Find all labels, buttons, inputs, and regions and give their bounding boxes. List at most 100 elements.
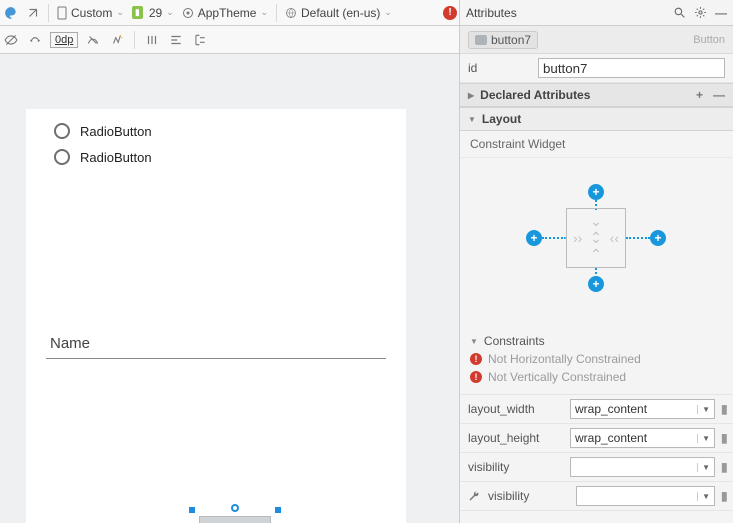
device-label: Custom — [71, 6, 112, 20]
radio-icon — [54, 149, 70, 165]
constraint-widget-label: Constraint Widget — [460, 131, 733, 158]
component-name: button7 — [491, 33, 531, 47]
clear-constraints-icon[interactable] — [84, 31, 102, 49]
selected-component[interactable]: BUTTON — [192, 510, 278, 523]
resource-picker-icon[interactable]: ▮ — [721, 401, 725, 417]
design-canvas[interactable]: RadioButton RadioButton Name — [0, 54, 459, 523]
chevron-down-icon: ▼ — [697, 463, 710, 472]
chevron-down-icon: ▼ — [697, 492, 710, 501]
radio-button-2[interactable]: RadioButton — [54, 149, 406, 165]
chevron-down-icon: ▼ — [697, 434, 710, 443]
section-label: Declared Attributes — [480, 88, 590, 102]
separator — [48, 4, 49, 22]
layout-height-row: layout_height wrap_content ▼ ▮ — [460, 424, 733, 453]
error-icon: ! — [470, 353, 482, 365]
align-icon[interactable] — [167, 31, 185, 49]
chevron-down-icon: ⌄ — [116, 7, 124, 18]
chevron-right-icon: ▶ — [468, 91, 474, 100]
gear-icon[interactable] — [694, 6, 707, 20]
add-attribute-icon[interactable]: + — [696, 88, 703, 102]
combo-value: wrap_content — [575, 402, 647, 416]
locale-label: Default (en-us) — [301, 6, 380, 20]
chevron-down-icon: ⌄ — [260, 7, 268, 18]
radio-button-1[interactable]: RadioButton — [54, 123, 406, 139]
tools-visibility-combo[interactable]: ▼ — [576, 486, 715, 506]
pack-icon[interactable] — [143, 31, 161, 49]
attr-label: layout_height — [468, 431, 564, 445]
declared-attributes-section[interactable]: ▶ Declared Attributes + — — [460, 83, 733, 107]
button-component[interactable]: BUTTON — [199, 516, 271, 523]
add-constraint-top-icon[interactable]: + — [588, 184, 604, 200]
radio-label: RadioButton — [80, 150, 152, 165]
chevron-down-icon: ⌄ — [166, 7, 174, 18]
default-margin-value: 0dp — [55, 34, 73, 46]
layout-height-combo[interactable]: wrap_content ▼ — [570, 428, 715, 448]
attr-label: visibility — [488, 489, 570, 503]
constraint-handle-top[interactable] — [231, 504, 239, 512]
infer-constraints-icon[interactable] — [108, 31, 126, 49]
layout-width-row: layout_width wrap_content ▼ ▮ — [460, 395, 733, 424]
attr-label: layout_width — [468, 402, 564, 416]
constraint-box[interactable]: ›› ‹‹ ⌄⌄ ⌃⌃ — [566, 208, 626, 268]
orientation-icon[interactable] — [24, 4, 42, 22]
error-icon: ! — [470, 371, 482, 383]
device-frame: RadioButton RadioButton Name — [26, 109, 406, 523]
attr-label: visibility — [468, 460, 564, 474]
add-constraint-left-icon[interactable]: + — [526, 230, 542, 246]
chevron-down-icon: ▼ — [697, 405, 710, 414]
chevron-down-icon: ▼ — [470, 337, 478, 346]
layout-width-combo[interactable]: wrap_content ▼ — [570, 399, 715, 419]
warning-text: Not Horizontally Constrained — [488, 352, 641, 366]
chevron-down-icon: ⌄ — [384, 7, 392, 18]
textfield-label: Name — [50, 335, 90, 352]
warning-text: Not Vertically Constrained — [488, 370, 626, 384]
combo-value: wrap_content — [575, 431, 647, 445]
palette-icon[interactable] — [2, 4, 20, 22]
view-options-icon[interactable] — [2, 31, 20, 49]
radio-icon — [54, 123, 70, 139]
locale-selector[interactable]: Default (en-us) ⌄ — [283, 6, 394, 20]
layout-section[interactable]: ▼ Layout — [460, 107, 733, 131]
component-chip[interactable]: button7 — [468, 31, 538, 49]
id-label: id — [468, 61, 532, 75]
id-input[interactable] — [538, 58, 725, 78]
search-icon[interactable] — [673, 6, 686, 20]
constraints-subsection[interactable]: ▼ Constraints — [460, 328, 733, 350]
component-type: Button — [693, 34, 725, 46]
attributes-title: Attributes — [466, 6, 517, 20]
constraint-widget[interactable]: + + + + ›› ‹‹ ⌄⌄ ⌃⌃ — [460, 158, 733, 328]
visibility-combo[interactable]: ▼ — [570, 457, 715, 477]
wrap-bottom-icon: ⌃⌃ — [590, 229, 602, 263]
device-selector[interactable]: Custom ⌄ — [55, 6, 126, 20]
resource-picker-icon[interactable]: ▮ — [721, 488, 725, 504]
autoconnect-icon[interactable] — [26, 31, 44, 49]
guidelines-icon[interactable] — [191, 31, 209, 49]
add-constraint-right-icon[interactable]: + — [650, 230, 666, 246]
dotted-line — [626, 237, 650, 239]
api-label: 29 — [149, 6, 162, 20]
android-icon: ▮ — [132, 6, 143, 19]
resize-handle-nw[interactable] — [189, 507, 195, 513]
design-toolbar: Custom ⌄ ▮ 29 ⌄ AppTheme ⌄ Default (en-u… — [0, 0, 459, 26]
component-chip-row: button7 Button — [460, 26, 733, 54]
resource-picker-icon[interactable]: ▮ — [721, 459, 725, 475]
wrap-right-icon: ‹‹ — [610, 230, 619, 246]
default-margin-button[interactable]: 0dp — [50, 32, 78, 48]
radio-label: RadioButton — [80, 124, 152, 139]
wrap-left-icon: ›› — [573, 230, 582, 246]
hide-panel-icon[interactable]: — — [715, 6, 727, 20]
resize-handle-ne[interactable] — [275, 507, 281, 513]
api-selector[interactable]: ▮ 29 ⌄ — [130, 6, 176, 20]
tools-visibility-row: visibility ▼ ▮ — [460, 482, 733, 511]
wrench-icon — [468, 490, 482, 502]
remove-attribute-icon[interactable]: — — [713, 88, 725, 102]
button-icon — [475, 35, 487, 45]
error-badge-icon[interactable]: ! — [443, 6, 457, 20]
warning-horizontal: ! Not Horizontally Constrained — [460, 350, 733, 368]
name-textfield[interactable]: Name — [46, 335, 386, 359]
dotted-line — [542, 237, 566, 239]
add-constraint-bottom-icon[interactable]: + — [588, 276, 604, 292]
attributes-header: Attributes — — [460, 0, 733, 26]
theme-selector[interactable]: AppTheme ⌄ — [180, 6, 270, 20]
resource-picker-icon[interactable]: ▮ — [721, 430, 725, 446]
